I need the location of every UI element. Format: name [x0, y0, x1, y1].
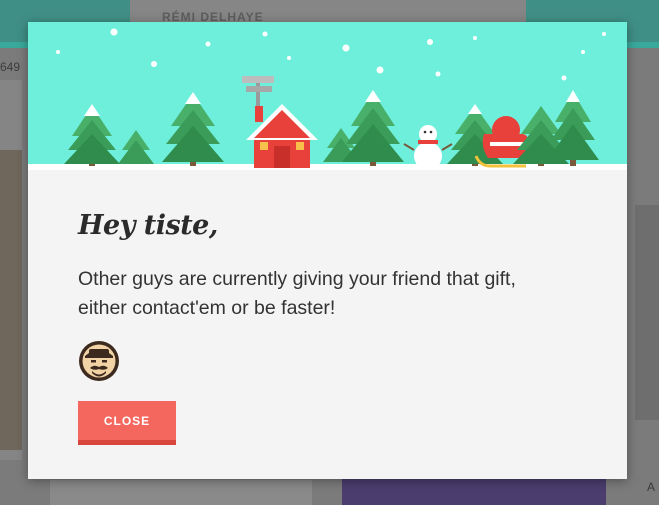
winter-scene-banner [28, 22, 627, 172]
close-button[interactable]: CLOSE [78, 401, 176, 445]
signpost [242, 76, 274, 110]
gift-taken-modal: Hey tiste, Other guys are currently givi… [28, 22, 627, 479]
pine-tree-mid [162, 92, 224, 166]
background-card-bottom [50, 480, 312, 505]
pine-tree-left [64, 104, 120, 166]
snowman [403, 125, 453, 170]
modal-message: Other guys are currently giving your fri… [78, 268, 516, 319]
red-house [246, 104, 318, 168]
pine-tree-small-left [118, 130, 154, 164]
modal-title: Hey tiste, [78, 210, 218, 241]
winter-scene-illustration [28, 28, 627, 172]
background-count: 649 [0, 60, 21, 74]
background-footer-text: A [647, 480, 656, 494]
modal-body: Hey tiste, Other guys are currently givi… [28, 170, 627, 479]
mustache-man-avatar-icon [78, 340, 120, 382]
background-card-right [635, 205, 659, 420]
background-photo-left [0, 150, 22, 450]
background-photo-bottom [342, 478, 606, 505]
pine-tree-center-large [342, 90, 404, 166]
